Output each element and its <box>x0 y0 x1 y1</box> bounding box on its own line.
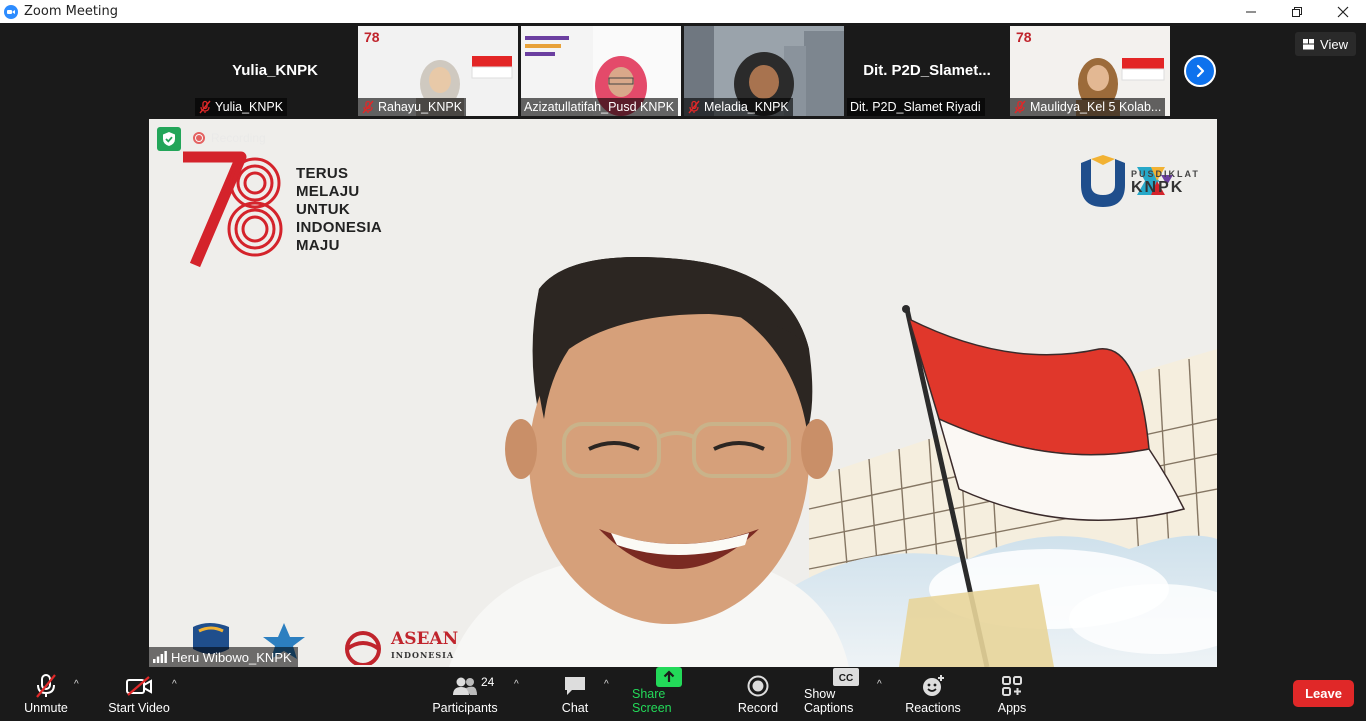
audio-options-caret-icon[interactable]: ^ <box>74 679 79 690</box>
logo-number: 78 <box>181 149 183 150</box>
participant-tile[interactable]: Yulia_KNPK Yulia_KNPK <box>195 26 355 116</box>
participant-strip: Yulia_KNPK Yulia_KNPK 78 Rahayu_KNPK Azi… <box>195 26 1170 116</box>
asean-logo: ASEAN INDONESIA <box>339 629 458 665</box>
unmute-button[interactable]: Unmute <box>20 667 72 721</box>
restore-button[interactable] <box>1274 0 1320 23</box>
record-button[interactable]: Record <box>736 667 780 721</box>
svg-text:78: 78 <box>364 29 380 45</box>
mic-muted-icon <box>362 100 374 114</box>
participant-tile[interactable]: Azizatullatifah_Pusd KNPK <box>521 26 681 116</box>
apps-icon <box>1002 676 1022 696</box>
zoom-app-icon <box>4 4 18 19</box>
meeting-stage: Yulia_KNPK Yulia_KNPK 78 Rahayu_KNPK Azi… <box>0 23 1366 667</box>
participant-label: Dit. P2D_Slamet Riyadi <box>847 98 985 116</box>
participants-options-caret-icon[interactable]: ^ <box>514 679 519 690</box>
video-off-icon <box>126 676 152 696</box>
mic-muted-icon <box>1014 100 1026 114</box>
slogan-line: TERUS <box>296 165 349 182</box>
captions-options-caret-icon[interactable]: ^ <box>877 679 882 690</box>
participant-label: Maulidya_Kel 5 Kolab... <box>1010 98 1166 116</box>
share-screen-icon <box>656 667 682 687</box>
record-icon <box>747 675 769 697</box>
participant-tile[interactable]: 78 Rahayu_KNPK <box>358 26 518 116</box>
chat-label: Chat <box>561 701 589 715</box>
knpk-logo-text: PUSDIKLAT KNPK <box>1131 169 1200 197</box>
asean-logo-text: ASEAN <box>391 629 459 649</box>
participant-label: Azizatullatifah_Pusd KNPK <box>521 98 679 116</box>
view-button[interactable]: View <box>1295 32 1356 56</box>
participant-name: Dit. P2D_Slamet Riyadi <box>850 100 981 114</box>
reactions-icon <box>923 675 944 696</box>
apps-label: Apps <box>997 701 1027 715</box>
recording-dot-icon <box>193 132 205 144</box>
share-screen-label: Share Screen <box>632 687 672 715</box>
slogan-line: INDONESIA <box>296 219 383 236</box>
recording-indicator: Recording <box>193 131 266 145</box>
participant-name: Maulidya_Kel 5 Kolab... <box>1030 100 1162 114</box>
mic-off-icon <box>36 674 56 698</box>
security-shield-icon[interactable] <box>157 127 181 151</box>
reactions-label: Reactions <box>905 701 961 715</box>
chevron-right-icon <box>1196 64 1205 78</box>
participant-label: Rahayu_KNPK <box>358 98 467 116</box>
knpk-logo-big: KNPK <box>1131 179 1185 196</box>
reactions-button[interactable]: Reactions <box>904 667 962 721</box>
chat-button[interactable]: Chat <box>555 667 595 721</box>
recording-label: Recording <box>211 131 266 145</box>
mic-muted-icon <box>688 100 700 114</box>
participant-label: Yulia_KNPK <box>195 98 288 116</box>
knpk-logo-small: PUSDIKLAT <box>1131 169 1200 179</box>
apps-button[interactable]: Apps <box>994 667 1030 721</box>
slogan-line: MELAJU <box>296 183 360 200</box>
participant-name: Azizatullatifah_Pusd KNPK <box>524 100 675 114</box>
participant-count: 24 <box>481 675 495 689</box>
asean-logo-subtext: INDONESIA <box>391 650 455 660</box>
show-captions-label: Show Captions <box>804 687 854 715</box>
start-video-label: Start Video <box>108 701 170 715</box>
participant-name: Yulia_KNPK <box>215 100 284 114</box>
signal-strength-icon <box>153 651 167 663</box>
view-button-label: View <box>1320 36 1348 52</box>
window-titlebar: Zoom Meeting <box>0 0 1366 23</box>
active-speaker-name: Heru Wibowo_KNPK <box>171 649 292 665</box>
grid-view-icon <box>1303 38 1315 49</box>
slogan-line: MAJU <box>296 237 340 254</box>
show-captions-button[interactable]: CC Show Captions <box>804 667 888 721</box>
record-label: Record <box>737 701 779 715</box>
captions-icon: CC <box>833 668 859 686</box>
participant-name: Meladia_KNPK <box>704 100 789 114</box>
participant-display-name: Yulia_KNPK <box>232 62 318 79</box>
start-video-button[interactable]: Start Video <box>108 667 170 721</box>
participants-icon <box>453 677 477 695</box>
participants-label: Participants <box>432 701 498 715</box>
captions-icon-text: CC <box>839 673 853 684</box>
video-options-caret-icon[interactable]: ^ <box>172 679 177 690</box>
meeting-toolbar: Unmute ^ Start Video ^ Participants 24 ^… <box>0 667 1366 721</box>
window-title: Zoom Meeting <box>24 4 119 19</box>
chat-options-caret-icon[interactable]: ^ <box>604 679 609 690</box>
participant-name: Rahayu_KNPK <box>378 100 463 114</box>
mic-muted-icon <box>199 100 211 114</box>
leave-button[interactable]: Leave <box>1293 680 1354 707</box>
participant-tile[interactable]: Dit. P2D_Slamet... Dit. P2D_Slamet Riyad… <box>847 26 1007 116</box>
participant-display-name: Dit. P2D_Slamet... <box>863 62 991 79</box>
participant-tile[interactable]: Meladia_KNPK <box>684 26 844 116</box>
close-button[interactable] <box>1320 0 1366 23</box>
next-page-button[interactable] <box>1184 55 1216 87</box>
asean-emblem-icon <box>345 631 381 665</box>
svg-text:78: 78 <box>1016 29 1032 45</box>
slogan-text: TERUS MELAJU UNTUK INDONESIA MAJU <box>296 165 382 255</box>
participant-label: Meladia_KNPK <box>684 98 793 116</box>
chat-icon <box>565 677 585 695</box>
active-speaker-label: Heru Wibowo_KNPK <box>149 647 298 667</box>
active-speaker-video[interactable]: Recording 78 TERUS MELAJU UNTUK INDONESI… <box>149 119 1217 667</box>
slogan-line: UNTUK <box>296 201 350 218</box>
hut-ri-78-logo: 78 <box>181 149 283 268</box>
participant-tile[interactable]: 78 Maulidya_Kel 5 Kolab... <box>1010 26 1170 116</box>
share-screen-button[interactable]: Share Screen <box>632 667 706 721</box>
unmute-label: Unmute <box>24 701 68 715</box>
minimize-button[interactable] <box>1228 0 1274 23</box>
